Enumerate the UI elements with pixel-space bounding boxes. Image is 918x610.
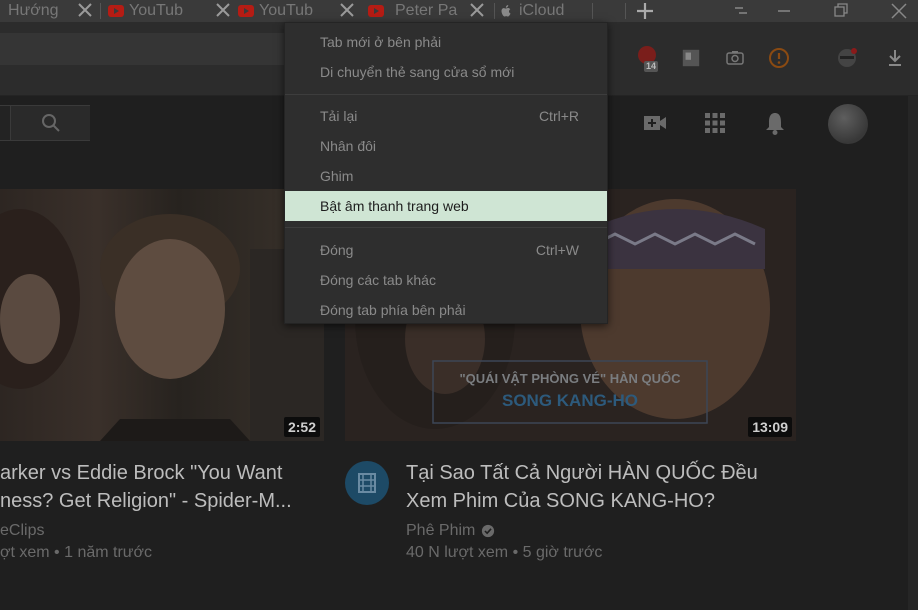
tab-youtube-1[interactable]: YouTub bbox=[108, 0, 234, 22]
apps-button[interactable] bbox=[702, 110, 728, 136]
menu-item-label: Di chuyển thẻ sang cửa sổ mới bbox=[320, 64, 515, 80]
channel-avatar[interactable] bbox=[345, 461, 389, 505]
menu-separator bbox=[285, 94, 607, 95]
channel-name[interactable]: Phê Phim bbox=[406, 520, 475, 542]
tab-divider bbox=[100, 3, 101, 19]
menu-shortcut: Ctrl+W bbox=[535, 242, 579, 258]
menu-item-label: Đóng tab phía bên phải bbox=[320, 302, 466, 318]
create-video-button[interactable] bbox=[642, 110, 668, 136]
movie-scene-image bbox=[0, 209, 324, 441]
extension-button-image[interactable] bbox=[680, 47, 702, 69]
profile-extension-button[interactable] bbox=[836, 46, 858, 68]
menu-item-unmute-site[interactable]: Bật âm thanh trang web bbox=[285, 191, 607, 221]
tab-youtube-2[interactable]: YouTub bbox=[238, 0, 364, 22]
menu-item-reload[interactable]: Tải lại Ctrl+R bbox=[285, 101, 607, 131]
menu-item-label: Ghim bbox=[320, 168, 354, 184]
close-tab-icon[interactable] bbox=[468, 1, 486, 19]
apple-icon bbox=[498, 3, 514, 19]
restore-icon bbox=[834, 3, 848, 17]
camera-icon bbox=[726, 51, 744, 65]
menu-item-close-tabs-right[interactable]: Đóng tab phía bên phải bbox=[285, 295, 607, 325]
tab-peter-parker[interactable]: Peter Pa bbox=[368, 0, 494, 22]
tab-icloud[interactable]: iCloud bbox=[498, 0, 620, 22]
video-title-line[interactable]: arker vs Eddie Brock "You Want bbox=[0, 459, 282, 487]
menu-shortcut: Ctrl+R bbox=[538, 108, 579, 124]
tab-title: YouTub bbox=[129, 2, 183, 19]
video-duration: 13:09 bbox=[748, 417, 792, 437]
address-bar[interactable] bbox=[0, 33, 300, 65]
video-title-line[interactable]: ness? Get Religion" - Spider-M... bbox=[0, 487, 292, 515]
tab-divider bbox=[494, 3, 495, 19]
video-duration: 2:52 bbox=[283, 417, 320, 437]
search-icon bbox=[41, 114, 60, 132]
video-meta: 40 N lượt xem • 5 giờ trước bbox=[406, 544, 603, 561]
youtube-icon bbox=[238, 3, 254, 19]
channel-row: Phê Phim bbox=[406, 520, 495, 542]
close-window-button[interactable] bbox=[888, 0, 910, 22]
tab-title: Peter Pa bbox=[395, 2, 458, 19]
tab-search-button[interactable] bbox=[730, 0, 752, 22]
youtube-icon bbox=[368, 3, 384, 19]
bell-icon bbox=[766, 113, 784, 135]
close-tab-icon[interactable] bbox=[214, 1, 232, 19]
image-icon bbox=[682, 49, 700, 67]
new-tab-button[interactable] bbox=[634, 0, 656, 22]
menu-item-close-other-tabs[interactable]: Đóng các tab khác bbox=[285, 265, 607, 295]
download-icon bbox=[889, 50, 901, 66]
exclamation-icon bbox=[769, 48, 789, 68]
close-tab-icon[interactable] bbox=[76, 1, 94, 19]
grid-icon bbox=[705, 113, 725, 133]
menu-item-label: Nhân đôi bbox=[320, 138, 377, 154]
video-thumbnail-1[interactable]: 2:52 bbox=[0, 189, 324, 441]
channel-name[interactable]: eClips bbox=[0, 520, 44, 542]
restore-button[interactable] bbox=[830, 0, 852, 22]
menu-item-duplicate[interactable]: Nhân đôi bbox=[285, 131, 607, 161]
alert-extension-button[interactable] bbox=[768, 47, 790, 69]
menu-item-label: Tải lại bbox=[320, 108, 358, 124]
menu-separator bbox=[285, 227, 607, 228]
tab-strip: Hướng YouTub YouTub Peter Pa iCloud bbox=[0, 0, 918, 22]
menu-item-label: Đóng bbox=[320, 242, 354, 258]
video-meta: ợt xem • 1 năm trước bbox=[0, 544, 152, 561]
close-tab-icon[interactable] bbox=[338, 1, 356, 19]
tab-title: iCloud bbox=[519, 2, 565, 19]
extension-count-badge: 14 bbox=[644, 61, 659, 72]
menu-item-label: Bật âm thanh trang web bbox=[320, 198, 469, 214]
thumbnail-caption-line: "QUÁI VẬT PHÒNG VÉ" HÀN QUỐC bbox=[459, 371, 681, 386]
tab-title: YouTub bbox=[259, 2, 313, 19]
minimize-button[interactable] bbox=[773, 0, 795, 22]
download-button[interactable] bbox=[884, 47, 906, 69]
tab-context-menu: Tab mới ở bên phải Di chuyển thẻ sang cử… bbox=[284, 22, 608, 324]
tab-divider bbox=[625, 3, 626, 19]
tab-divider bbox=[592, 3, 593, 19]
menu-item-move-to-new-window[interactable]: Di chuyển thẻ sang cửa sổ mới bbox=[285, 57, 607, 87]
video-title-line[interactable]: Xem Phim Của SONG KANG-HO? bbox=[406, 487, 715, 515]
verified-icon bbox=[482, 524, 495, 538]
ninja-icon bbox=[838, 48, 857, 67]
minimize-icon bbox=[778, 10, 790, 12]
search-input[interactable] bbox=[0, 105, 90, 141]
menu-item-label: Tab mới ở bên phải bbox=[320, 34, 442, 50]
search-button[interactable] bbox=[10, 106, 90, 140]
film-strip-icon bbox=[358, 473, 376, 493]
youtube-icon bbox=[108, 3, 124, 19]
close-icon bbox=[891, 3, 907, 19]
plus-icon bbox=[637, 3, 653, 19]
avatar[interactable] bbox=[828, 104, 868, 144]
tab-title: Hướng bbox=[8, 2, 59, 19]
menu-item-pin[interactable]: Ghim bbox=[285, 161, 607, 191]
thumbnail-caption-title: SONG KANG-HO bbox=[502, 391, 638, 410]
page-scrollbar[interactable] bbox=[908, 96, 918, 610]
camera-button[interactable] bbox=[724, 47, 746, 69]
menu-item-new-tab-right[interactable]: Tab mới ở bên phải bbox=[285, 27, 607, 57]
video-camera-icon bbox=[644, 116, 666, 130]
menu-item-label: Đóng các tab khác bbox=[320, 272, 436, 288]
tab-list-icon bbox=[735, 7, 747, 14]
notifications-button[interactable] bbox=[762, 110, 788, 136]
menu-item-close[interactable]: Đóng Ctrl+W bbox=[285, 235, 607, 265]
tab-guide[interactable]: Hướng bbox=[0, 0, 96, 22]
video-title-line[interactable]: Tại Sao Tất Cả Người HÀN QUỐC Đều bbox=[406, 459, 758, 487]
